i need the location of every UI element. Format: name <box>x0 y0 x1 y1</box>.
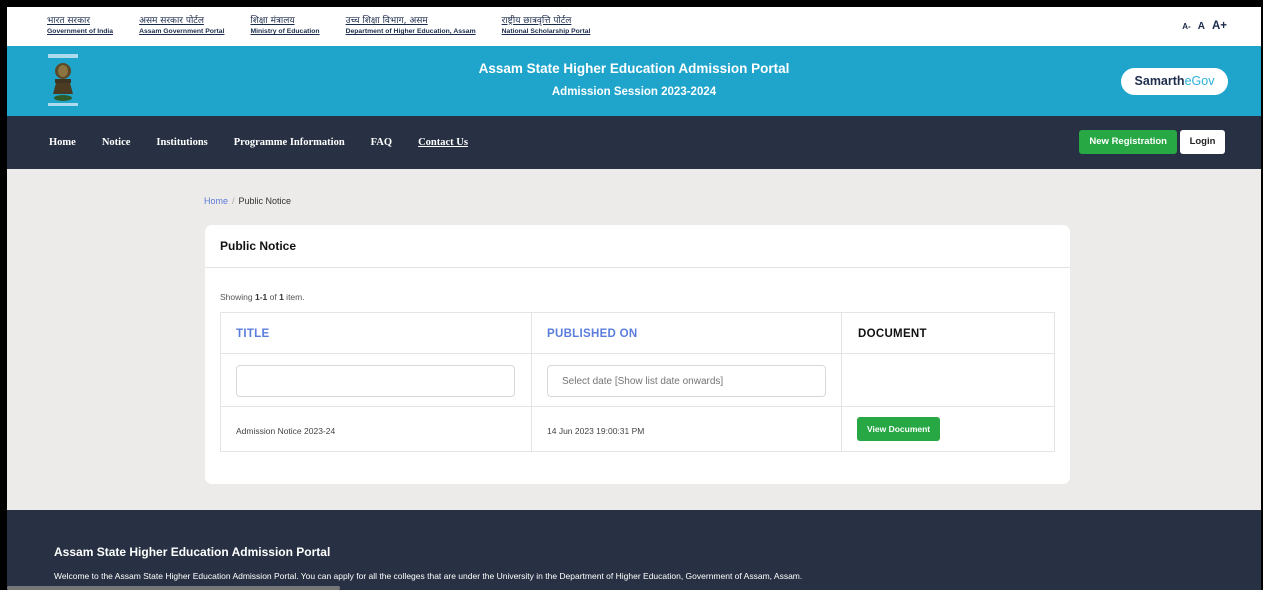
breadcrumb-current: Public Notice <box>238 196 292 206</box>
nav-faq[interactable]: FAQ <box>371 137 392 148</box>
egov-logo-part: eGov <box>1184 74 1215 88</box>
gov-link-government-of-india[interactable]: भारत सरकार Government of India <box>47 16 113 37</box>
card-title: Public Notice <box>220 239 297 253</box>
title-filter-input[interactable] <box>236 365 515 397</box>
gov-link-hindi: राष्ट्रीय छात्रवृत्ति पोर्टल <box>501 16 572 26</box>
gov-link-english: National Scholarship Portal <box>501 28 591 35</box>
footer-title: Assam State Higher Education Admission P… <box>54 545 331 559</box>
font-decrease-button[interactable]: A- <box>1182 22 1190 31</box>
card-divider <box>205 267 1070 268</box>
site-header: Assam State Higher Education Admission P… <box>7 46 1261 116</box>
summary-suffix: item. <box>283 292 305 302</box>
nav-contact-us[interactable]: Contact Us <box>418 137 468 148</box>
gov-link-scholarship-portal[interactable]: राष्ट्रीय छात्रवृत्ति पोर्टल National Sc… <box>502 16 591 37</box>
font-increase-button[interactable]: A+ <box>1212 20 1227 32</box>
gov-link-english: Assam Government Portal <box>139 28 225 35</box>
column-divider <box>531 313 532 451</box>
site-footer: Assam State Higher Education Admission P… <box>7 510 1261 590</box>
date-filter-input[interactable] <box>547 365 826 397</box>
column-header-document: DOCUMENT <box>858 328 927 340</box>
column-header-published-on[interactable]: PUBLISHED ON <box>547 328 638 340</box>
browser-viewport: भारत सरकार Government of India असम सरकार… <box>7 7 1261 590</box>
gov-link-english: Ministry of Education <box>250 28 320 35</box>
font-reset-button[interactable]: A <box>1198 21 1205 32</box>
main-nav: Home Notice Institutions Programme Infor… <box>7 116 1261 169</box>
column-divider <box>841 313 842 451</box>
summary-of: of <box>267 292 280 302</box>
summary-prefix: Showing <box>220 292 255 302</box>
gov-link-ministry-education[interactable]: शिक्षा मंत्रालय Ministry of Education <box>250 16 319 37</box>
admission-session: Admission Session 2023-2024 <box>551 86 717 98</box>
nav-notice[interactable]: Notice <box>102 137 131 148</box>
breadcrumb: Home / Public Notice <box>204 196 291 206</box>
samarth-egov-logo[interactable]: SamartheGov <box>1121 68 1228 95</box>
summary-range: 1-1 <box>254 292 268 302</box>
gov-link-hindi: असम सरकार पोर्टल <box>139 16 204 26</box>
nav-institutions[interactable]: Institutions <box>156 137 207 148</box>
nav-home[interactable]: Home <box>49 137 76 148</box>
gov-link-english: Government of India <box>47 28 114 35</box>
row-divider <box>221 353 1054 354</box>
login-button[interactable]: Login <box>1180 130 1225 154</box>
gov-link-hindi: उच्च शिक्षा विभाग, असम <box>345 16 428 26</box>
notice-table: TITLE PUBLISHED ON DOCUMENT Admission No… <box>220 312 1055 452</box>
notice-title-cell: Admission Notice 2023-24 <box>236 426 336 436</box>
gov-links-bar: भारत सरकार Government of India असम सरकार… <box>7 7 1261 46</box>
public-notice-card: Public Notice Showing 1-1 of 1 item. TIT… <box>205 225 1070 484</box>
gov-link-assam-portal[interactable]: असम सरकार पोर्टल Assam Government Portal <box>139 16 224 37</box>
column-header-title[interactable]: TITLE <box>236 328 269 340</box>
footer-description: Welcome to the Assam State Higher Educat… <box>54 571 803 581</box>
gov-link-hindi: भारत सरकार <box>47 16 91 26</box>
breadcrumb-home-link[interactable]: Home <box>204 196 228 206</box>
row-divider <box>221 406 1054 407</box>
portal-title: Assam State Higher Education Admission P… <box>478 61 790 76</box>
new-registration-button[interactable]: New Registration <box>1079 130 1177 154</box>
published-on-cell: 14 Jun 2023 19:00:31 PM <box>547 426 645 436</box>
nav-programme-information[interactable]: Programme Information <box>234 137 345 148</box>
samarth-logo-part: Samarth <box>1134 74 1185 88</box>
gov-link-hindi: शिक्षा मंत्रालय <box>250 16 295 26</box>
horizontal-scrollbar[interactable] <box>7 586 340 590</box>
gov-link-english: Department of Higher Education, Assam <box>345 28 476 35</box>
gov-link-dhe-assam[interactable]: उच्च शिक्षा विभाग, असम Department of Hig… <box>346 16 476 37</box>
font-size-controls: A- A A+ <box>1182 20 1227 32</box>
breadcrumb-separator: / <box>232 196 235 206</box>
grid-summary: Showing 1-1 of 1 item. <box>220 292 305 302</box>
view-document-button[interactable]: View Document <box>857 417 941 441</box>
